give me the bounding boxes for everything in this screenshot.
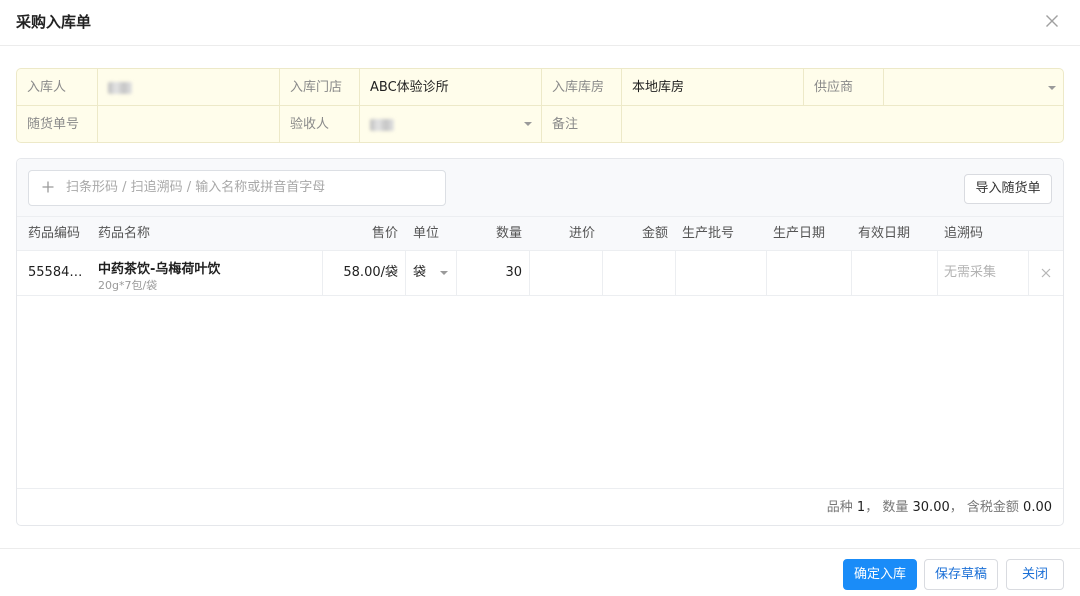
delivery-no-input[interactable] [97,106,279,143]
summary-text: 品种 1， 数量 30.00， 含税金额 0.00 [827,489,1052,527]
col-amount: 金额 [642,226,669,241]
receiver-label: 入库人 [27,80,67,95]
close-icon[interactable] [1040,9,1064,33]
summary-qty-label: 数量 [882,500,909,515]
save-draft-button[interactable]: 保存草稿 [924,559,998,590]
summary-sep-2: ， [949,500,963,515]
summary-amount-value: 0.00 [1023,500,1052,515]
inspector-value-redacted [370,118,394,131]
panel-toolbar: 扫条形码 / 扫追溯码 / 输入名称或拼音首字母 导入随货单 [17,159,1063,217]
form-row-1: 入库人 入库门店 ABC体验诊所 入库库房 本地库房 供应商 [17,69,1063,106]
receiver-value-redacted [108,81,132,94]
supplier-select[interactable] [883,69,1063,106]
form-row-2: 随货单号 验收人 备注 [17,106,1063,143]
col-batch: 生产批号 [682,226,735,241]
receiver-field[interactable] [97,69,279,106]
row-unit: 袋 [413,265,427,280]
row-drug-name: 中药茶饮-乌梅荷叶饮 [98,262,221,277]
supplier-label: 供应商 [803,69,883,106]
col-exp-date: 有效日期 [858,226,911,241]
import-delivery-button[interactable]: 导入随货单 [964,174,1052,204]
row-trace-cell[interactable]: 无需采集 [937,251,1028,295]
goods-panel: 扫条形码 / 扫追溯码 / 输入名称或拼音首字母 导入随货单 药品编码 药品名称… [16,158,1064,526]
summary-amount-label: 含税金额 [966,500,1019,515]
row-price: 58.00/袋 [343,265,398,280]
confirm-inbound-button[interactable]: 确定入库 [843,559,917,590]
row-delete-cell [1028,251,1063,295]
col-name: 药品名称 [98,226,151,241]
summary-qty-value: 30.00 [912,500,950,515]
remark-label: 备注 [541,106,621,143]
col-price: 售价 [372,226,399,241]
col-mfg-date: 生产日期 [773,226,826,241]
dialog-title: 采购入库单 [16,13,92,31]
row-cost-input[interactable] [529,251,602,295]
row-mfg-date-input[interactable] [766,251,851,295]
col-trace: 追溯码 [944,226,984,241]
unit-chevron-down-icon [440,271,448,275]
col-cost: 进价 [569,226,596,241]
store-field[interactable]: ABC体验诊所 [359,69,541,106]
inspector-label: 验收人 [279,106,359,143]
row-qty: 30 [505,265,522,280]
plus-icon [42,181,54,193]
summary-sep-1: ， [865,500,879,515]
store-label: 入库门店 [279,69,359,106]
summary-bar: 品种 1， 数量 30.00， 含税金额 0.00 [17,488,1063,526]
row-drug-spec: 20g*7包/袋 [98,279,158,292]
inspector-select[interactable] [359,106,541,143]
col-unit: 单位 [413,226,440,241]
dialog-footer: 确定入库 保存草稿 关闭 [0,548,1080,596]
search-placeholder: 扫条形码 / 扫追溯码 / 输入名称或拼音首字母 [66,180,326,195]
row-amount-input[interactable] [602,251,675,295]
close-button[interactable]: 关闭 [1006,559,1064,590]
inspector-chevron-down-icon[interactable] [524,122,532,126]
col-code: 药品编码 [28,226,81,241]
dialog-header: 采购入库单 [0,0,1080,46]
remark-input[interactable] [621,106,1063,143]
row-qty-input[interactable]: 30 [456,251,529,295]
row-price-cell[interactable]: 58.00/袋 [322,251,405,295]
col-qty: 数量 [496,226,523,241]
warehouse-field[interactable]: 本地库房 [621,69,803,106]
warehouse-label: 入库库房 [541,69,621,106]
inbound-form: 入库人 入库门店 ABC体验诊所 入库库房 本地库房 供应商 随货单号 验收人 … [16,68,1064,143]
delivery-no-label: 随货单号 [27,117,80,132]
table-row: 55584… 中药茶饮-乌梅荷叶饮 20g*7包/袋 58.00/袋 袋 30 … [17,251,1063,296]
row-code: 55584… [28,265,83,280]
row-exp-date-input[interactable] [851,251,937,295]
supplier-chevron-down-icon[interactable] [1048,86,1056,90]
summary-kinds-value: 1 [856,500,866,515]
table-header: 药品编码 药品名称 售价 单位 数量 进价 金额 生产批号 生产日期 有效日期 … [17,217,1063,251]
row-batch-input[interactable] [675,251,766,295]
search-input[interactable]: 扫条形码 / 扫追溯码 / 输入名称或拼音首字母 [28,170,446,206]
row-trace: 无需采集 [944,265,997,280]
summary-kinds-label: 品种 [826,500,853,515]
delete-row-icon[interactable] [1039,266,1053,280]
row-unit-select[interactable]: 袋 [405,251,456,295]
